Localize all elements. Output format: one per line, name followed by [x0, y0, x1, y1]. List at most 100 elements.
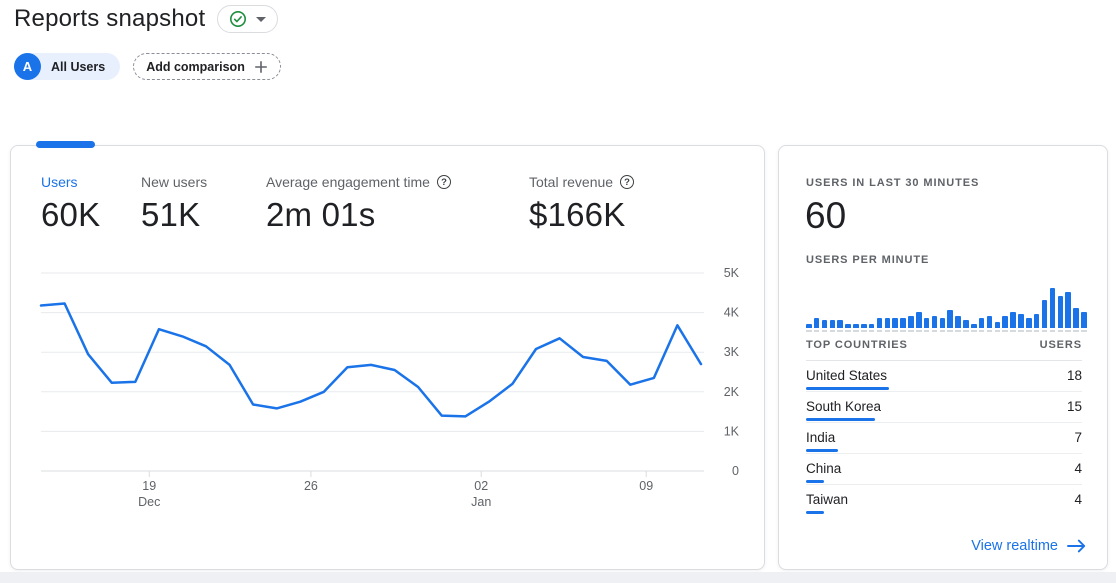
minute-tick	[1026, 330, 1032, 332]
country-row: United States18	[806, 361, 1082, 392]
minute-tick	[885, 330, 891, 332]
country-name: Taiwan	[806, 492, 848, 507]
plus-icon	[254, 60, 268, 74]
country-name: United States	[806, 368, 887, 383]
card-pagination-indicator	[36, 141, 95, 148]
metric-label: Total revenue	[529, 174, 613, 190]
minute-bar	[892, 318, 898, 328]
metric-value: 51K	[141, 196, 266, 234]
minute-bar	[908, 316, 914, 328]
top-countries-rows: United States18South Korea15India7China4…	[806, 361, 1082, 516]
arrow-right-icon	[1067, 539, 1087, 553]
minute-bar	[1058, 296, 1064, 328]
minute-tick	[869, 330, 875, 332]
minute-tick	[924, 330, 930, 332]
country-row: China4	[806, 454, 1082, 485]
minute-bar	[1065, 292, 1071, 328]
all-users-chip[interactable]: A All Users	[14, 53, 120, 80]
minute-tick	[822, 330, 828, 332]
minute-bar	[853, 324, 859, 328]
minute-tick	[940, 330, 946, 332]
help-icon[interactable]: ?	[620, 175, 634, 189]
minute-bar	[869, 324, 875, 328]
minute-bar	[987, 316, 993, 328]
users-per-minute-label: USERS PER MINUTE	[806, 254, 929, 266]
minute-tick	[987, 330, 993, 332]
comparison-bar: A All Users Add comparison	[14, 53, 281, 80]
minute-bar	[837, 320, 843, 328]
check-circle-icon	[229, 10, 247, 28]
all-users-label: All Users	[51, 60, 105, 74]
overview-card: Users 60K New users 51K Average engageme…	[10, 145, 765, 570]
minute-bar	[1073, 308, 1079, 328]
svg-text:Dec: Dec	[138, 495, 160, 509]
page-title: Reports snapshot	[14, 5, 205, 33]
minute-bar	[979, 318, 985, 328]
minute-bar	[822, 320, 828, 328]
minute-tick	[908, 330, 914, 332]
minute-bar	[995, 322, 1001, 328]
country-row: India7	[806, 423, 1082, 454]
svg-text:3K: 3K	[724, 345, 740, 359]
minute-bar	[806, 324, 812, 328]
minute-bar	[861, 324, 867, 328]
minute-tick	[916, 330, 922, 332]
minute-tick	[830, 330, 836, 332]
metrics-row: Users 60K New users 51K Average engageme…	[41, 174, 634, 234]
country-users: 7	[1074, 430, 1082, 445]
svg-text:4K: 4K	[724, 306, 740, 320]
minute-tick	[995, 330, 1001, 332]
minute-bar	[940, 318, 946, 328]
minute-bar	[900, 318, 906, 328]
users-last-30-value: 60	[805, 195, 846, 237]
minute-tick	[806, 330, 812, 332]
country-users: 4	[1074, 461, 1082, 476]
minute-tick	[900, 330, 906, 332]
country-users: 15	[1067, 399, 1082, 414]
minute-tick	[979, 330, 985, 332]
minute-tick	[837, 330, 843, 332]
view-realtime-label: View realtime	[971, 538, 1058, 554]
minute-tick	[1050, 330, 1056, 332]
minute-bar	[1034, 314, 1040, 328]
minute-tick	[963, 330, 969, 332]
metric-value: $166K	[529, 196, 634, 234]
minute-bar	[885, 318, 891, 328]
add-comparison-button[interactable]: Add comparison	[133, 53, 281, 80]
minute-bar	[1081, 312, 1087, 328]
minute-bar	[924, 318, 930, 328]
metric-total-revenue[interactable]: Total revenue ? $166K	[529, 174, 634, 234]
minute-bar	[877, 318, 883, 328]
view-realtime-link[interactable]: View realtime	[971, 538, 1087, 554]
svg-text:5K: 5K	[724, 266, 740, 280]
country-bar	[806, 418, 875, 421]
minute-bar	[814, 318, 820, 328]
report-status-dropdown[interactable]	[217, 5, 278, 33]
top-countries-header: TOP COUNTRIES	[806, 339, 908, 351]
minute-tick	[1034, 330, 1040, 332]
users-per-minute-bar-chart	[806, 286, 1087, 328]
metric-avg-engagement-time[interactable]: Average engagement time ? 2m 01s	[266, 174, 529, 234]
metric-label: Users	[41, 174, 78, 190]
minute-bar	[955, 316, 961, 328]
country-bar	[806, 480, 824, 483]
minute-bar	[1002, 316, 1008, 328]
minute-bar	[1018, 314, 1024, 328]
metric-label: Average engagement time	[266, 174, 430, 190]
minute-bar	[971, 324, 977, 328]
minute-tick	[1065, 330, 1071, 332]
minute-tick	[971, 330, 977, 332]
country-bar	[806, 511, 824, 514]
bar-chart-axis-ticks	[806, 330, 1087, 332]
metric-value: 60K	[41, 196, 141, 234]
help-icon[interactable]: ?	[437, 175, 451, 189]
minute-bar	[932, 316, 938, 328]
minute-tick	[853, 330, 859, 332]
page-footer-strip	[0, 572, 1116, 583]
minute-bar	[947, 310, 953, 328]
svg-text:1K: 1K	[724, 424, 740, 438]
metric-new-users[interactable]: New users 51K	[141, 174, 266, 234]
minute-tick	[1058, 330, 1064, 332]
minute-tick	[1073, 330, 1079, 332]
metric-users[interactable]: Users 60K	[41, 174, 141, 234]
